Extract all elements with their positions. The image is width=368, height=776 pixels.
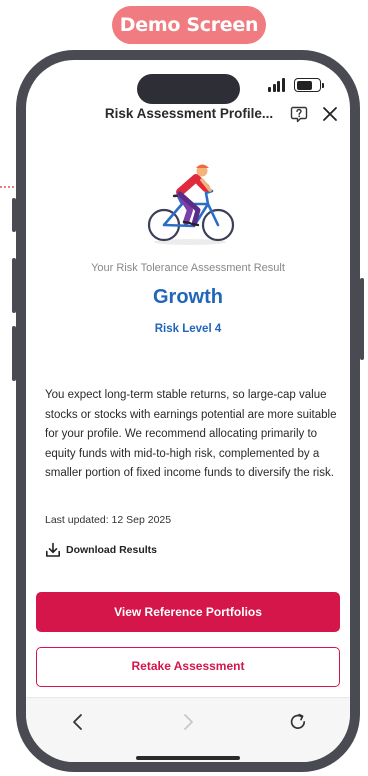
view-reference-portfolios-button[interactable]: View Reference Portfolios xyxy=(36,592,340,632)
retake-assessment-button[interactable]: Retake Assessment xyxy=(36,647,340,687)
side-button-volume-down xyxy=(12,326,16,381)
demo-screen-label: Demo Screen xyxy=(112,6,266,44)
reload-icon[interactable] xyxy=(288,712,308,732)
signal-icon xyxy=(268,78,288,92)
cyclist-illustration xyxy=(147,164,235,245)
download-results-link[interactable]: Download Results xyxy=(45,541,157,559)
side-button-power xyxy=(360,278,364,360)
screenshot-canvas: Demo Screen Risk Assessment Profile... Y… xyxy=(0,0,368,776)
phone-frame: Risk Assessment Profile... Your Risk Tol… xyxy=(12,50,364,772)
phone-screen: Risk Assessment Profile... Your Risk Tol… xyxy=(26,60,350,762)
close-icon[interactable] xyxy=(322,106,338,122)
home-indicator xyxy=(136,756,240,760)
download-icon xyxy=(46,542,60,557)
chevron-right-icon[interactable] xyxy=(178,712,198,732)
battery-icon xyxy=(294,78,324,92)
browser-toolbar xyxy=(26,697,350,762)
chevron-left-icon[interactable] xyxy=(68,712,88,732)
side-button-volume-up xyxy=(12,258,16,313)
help-icon[interactable] xyxy=(290,105,308,123)
profile-description: You expect long-term stable returns, so … xyxy=(45,389,337,479)
result-caption: Your Risk Tolerance Assessment Result xyxy=(91,262,285,274)
risk-profile-name: Growth xyxy=(153,286,223,308)
risk-level-label: Risk Level 4 xyxy=(154,323,222,335)
download-results-label: Download Results xyxy=(66,544,158,556)
last-updated-text: Last updated: 12 Sep 2025 xyxy=(45,514,172,526)
side-button-action xyxy=(12,198,16,232)
dynamic-island xyxy=(137,74,240,104)
